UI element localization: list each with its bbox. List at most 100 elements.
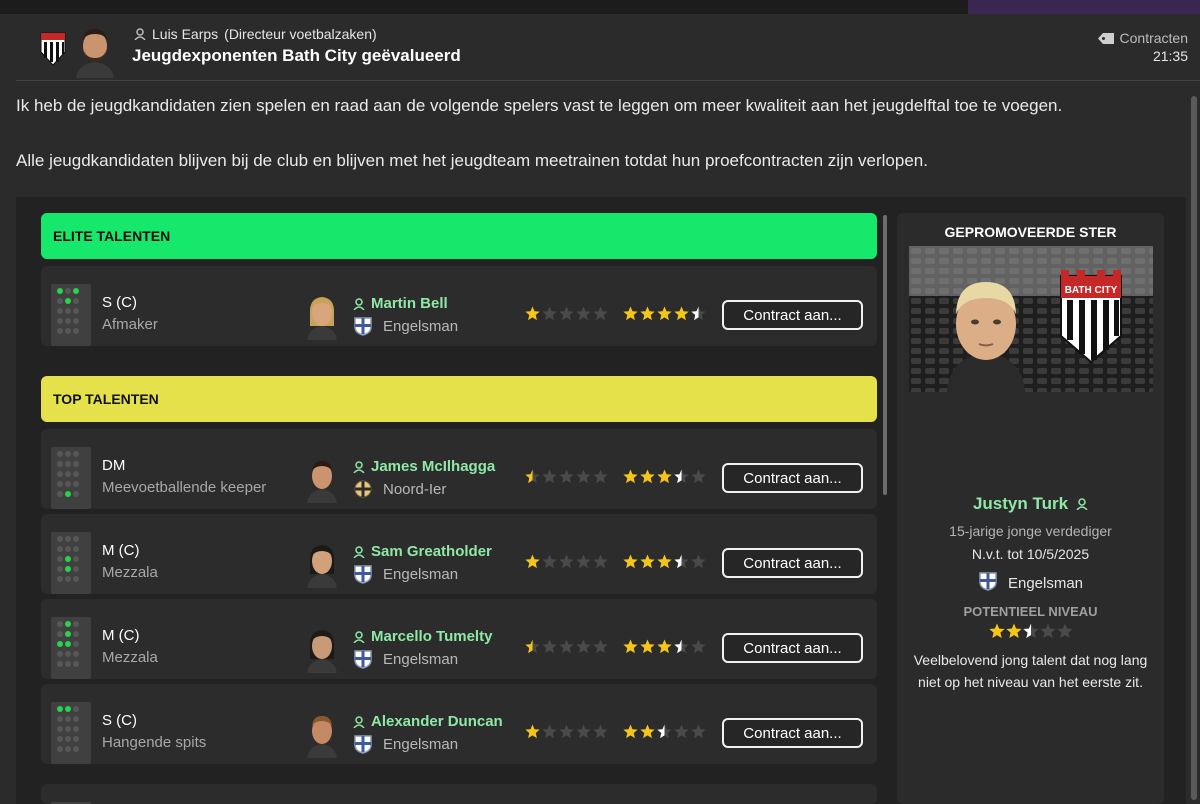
elite-section-header: ELITE TALENTEN	[41, 213, 877, 259]
star-empty-icon	[674, 724, 689, 739]
list-scrollbar[interactable]	[883, 215, 887, 495]
player-row[interactable]: DM Meevoetballende keeper James McIlhagga N…	[41, 429, 877, 509]
star-empty-icon	[559, 469, 574, 484]
star-empty-icon	[559, 639, 574, 654]
category-label: Contracten	[1119, 30, 1188, 46]
star-empty-icon	[542, 639, 557, 654]
message-time: 21:35	[1152, 48, 1188, 64]
player-avatar	[307, 297, 337, 340]
person-icon	[353, 715, 365, 728]
position-pitch-icon	[51, 617, 91, 679]
star-rating	[525, 469, 608, 484]
player-row[interactable]: S (C) Afmaker Martin Bell Engelsman Contract…	[41, 266, 877, 346]
player-role: Mezzala	[102, 564, 158, 581]
star-empty-icon	[542, 554, 557, 569]
star-filled-icon	[674, 306, 689, 321]
promoted-star-name-row: Justyn Turk	[897, 494, 1164, 514]
potential-ability-stars	[623, 469, 706, 489]
message-subject: Jeugdexponenten Bath City geëvalueerd	[132, 46, 461, 65]
star-filled-icon	[640, 554, 655, 569]
player-role: Afmaker	[102, 316, 158, 333]
star-empty-icon	[593, 724, 608, 739]
position-pitch-icon	[51, 702, 91, 764]
promoted-star-nationality: Engelsman	[1007, 574, 1084, 592]
star-filled-icon	[640, 724, 655, 739]
star-rating	[623, 554, 706, 569]
sender-avatar	[76, 29, 114, 78]
category-tag[interactable]: Contracten	[1097, 30, 1188, 46]
star-filled-icon	[657, 639, 672, 654]
potential-stars	[897, 623, 1164, 644]
promoted-star-title: GEPROMOVEERDE STER	[944, 224, 1117, 240]
contract-offer-button[interactable]: Contract aan...	[722, 463, 863, 493]
player-row[interactable]: S (C) Hangende spits Alexander Duncan Engel…	[41, 684, 877, 764]
contract-offer-button[interactable]: Contract aan...	[722, 633, 863, 663]
player-role: Hangende spits	[102, 734, 207, 751]
player-row[interactable]: M (C) Mezzala Marcello Tumelty Engelsman Con…	[41, 599, 877, 679]
star-empty-icon	[576, 306, 591, 321]
star-filled-icon	[525, 724, 540, 739]
person-icon	[353, 545, 365, 558]
contract-offer-button[interactable]: Contract aan...	[722, 300, 863, 330]
player-name[interactable]: James McIlhagga	[371, 458, 495, 475]
star-rating	[525, 724, 608, 739]
star-filled-icon	[640, 469, 655, 484]
current-ability-stars	[525, 724, 608, 744]
contract-offer-button[interactable]: Contract aan...	[722, 718, 863, 748]
contract-offer-button[interactable]: Contract aan...	[722, 548, 863, 578]
player-name[interactable]: Marcello Tumelty	[371, 628, 492, 645]
player-nationality-row: Engelsman	[353, 649, 458, 669]
star-filled-icon	[623, 639, 638, 654]
elite-section-label: ELITE TALENTEN	[53, 228, 171, 244]
potential-ability-stars	[623, 306, 706, 326]
top-section-label: TOP TALENTEN	[53, 391, 159, 407]
player-nationality: Engelsman	[383, 650, 459, 668]
star-filled-icon	[640, 639, 655, 654]
position-pitch-icon	[51, 532, 91, 594]
player-nationality-row: Noord-Ier	[353, 479, 446, 499]
star-empty-icon	[542, 306, 557, 321]
player-name-row: Marcello Tumelty	[353, 628, 492, 645]
message-header: Luis Earps (Directeur voetbalzaken) Jeug…	[0, 14, 1200, 82]
star-empty-icon	[691, 639, 706, 654]
star-empty-icon	[1039, 623, 1056, 638]
star-empty-icon	[542, 724, 557, 739]
person-icon	[1076, 498, 1088, 510]
star-empty-icon	[542, 469, 557, 484]
position-pitch-icon	[51, 447, 91, 509]
star-filled-icon	[657, 554, 672, 569]
star-filled-icon	[623, 724, 638, 739]
star-empty-icon	[593, 554, 608, 569]
player-nationality: Noord-Ier	[383, 480, 447, 498]
current-ability-stars	[525, 554, 608, 574]
promoted-star-name[interactable]: Justyn Turk	[973, 494, 1068, 514]
person-icon	[353, 297, 365, 310]
promoted-star-panel: GEPROMOVEERDE STER BATH CITY Justyn Turk…	[897, 213, 1164, 804]
person-icon	[353, 630, 365, 643]
star-rating	[525, 639, 608, 654]
header-divider	[16, 80, 1200, 81]
player-avatar	[307, 461, 337, 503]
star-empty-icon	[559, 554, 574, 569]
player-name[interactable]: Alexander Duncan	[371, 713, 503, 730]
person-icon	[353, 460, 365, 473]
player-name[interactable]: Sam Greatholder	[371, 543, 492, 560]
northern-ireland-flag-icon	[354, 480, 372, 498]
crest-text: BATH CITY	[1065, 285, 1118, 296]
player-row[interactable]: M (C) Mezzala Sam Greatholder Engelsman Cont…	[41, 514, 877, 594]
star-empty-icon	[559, 306, 574, 321]
star-rating	[623, 724, 706, 739]
message-paragraph-2: Alle jeugdkandidaten blijven bij de club…	[16, 151, 928, 170]
sender-name[interactable]: Luis Earps	[152, 26, 218, 42]
star-empty-icon	[691, 554, 706, 569]
message-meta: Contracten 21:35	[1097, 30, 1188, 64]
promoted-star-nationality-row: Engelsman	[897, 571, 1164, 595]
star-filled-icon	[623, 469, 638, 484]
person-icon	[134, 28, 146, 40]
player-nationality: Engelsman	[383, 735, 459, 753]
message-scrollbar[interactable]	[1191, 96, 1197, 800]
player-name[interactable]: Martin Bell	[371, 295, 448, 312]
star-rating	[623, 469, 706, 484]
player-position: S (C)	[102, 294, 137, 311]
player-nationality-row: Engelsman	[353, 316, 458, 336]
